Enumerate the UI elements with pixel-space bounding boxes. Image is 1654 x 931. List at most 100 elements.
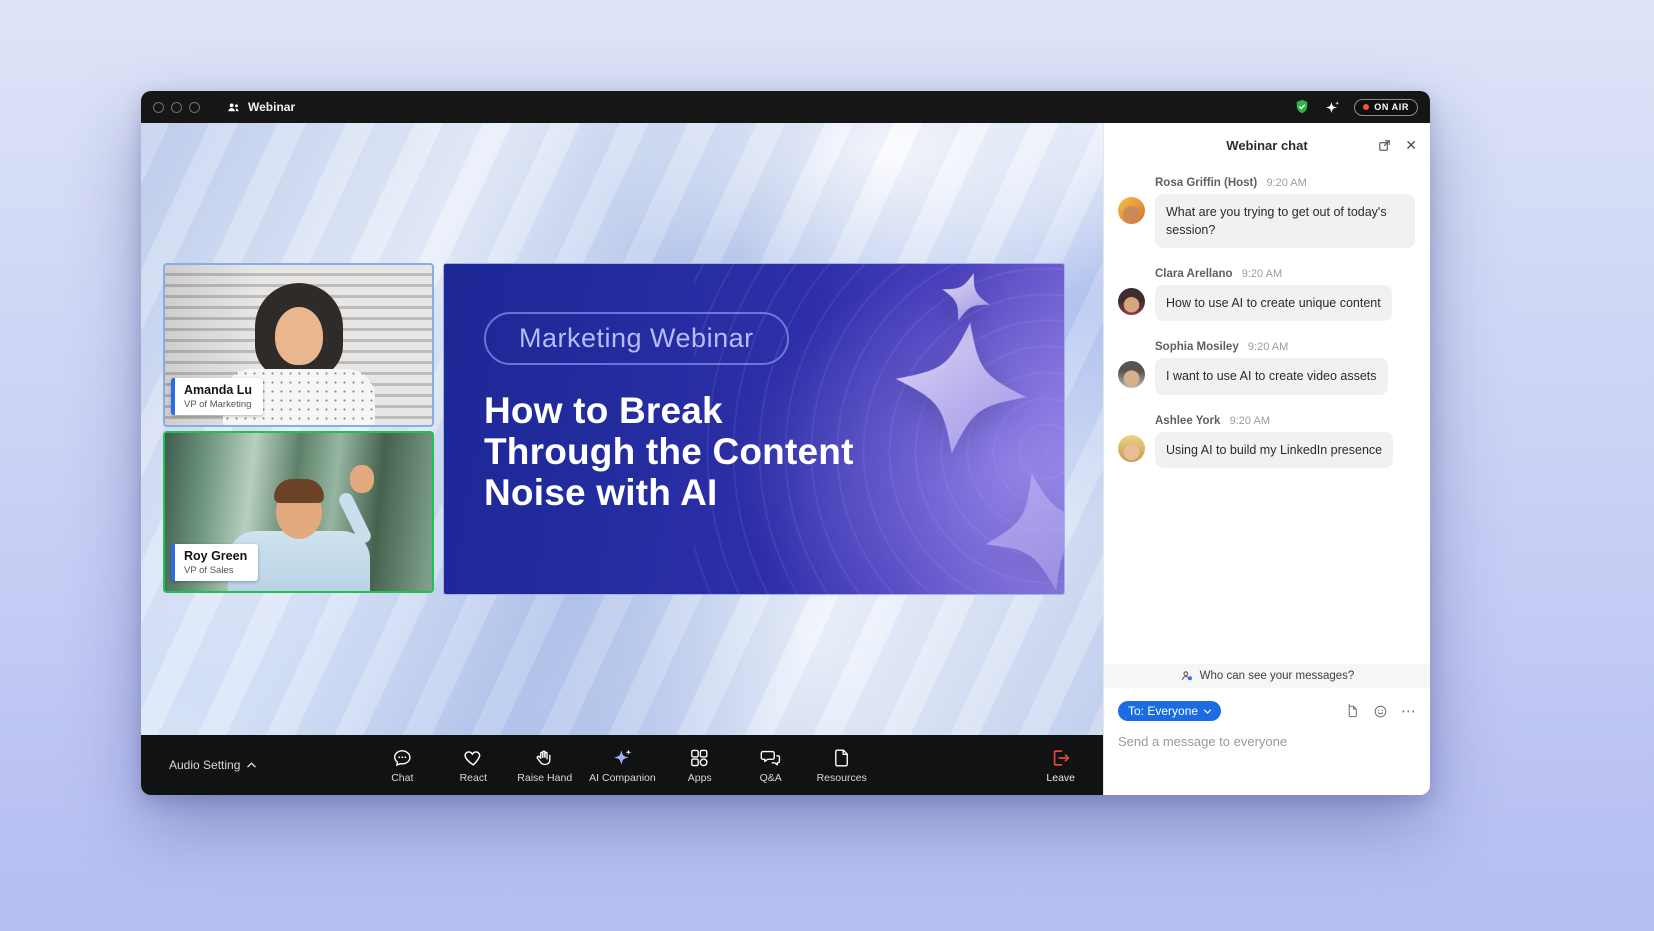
toolbar-qa-button[interactable]: Q&A — [744, 747, 798, 784]
toolbar-ai-companion-button[interactable]: AI Companion — [589, 747, 656, 784]
chevron-down-icon — [1203, 708, 1212, 715]
toolbar-chat-button[interactable]: Chat — [375, 747, 429, 784]
video-column: Amanda Lu VP of Marketing Roy Green — [163, 263, 434, 593]
message-bubble: I want to use AI to create video assets — [1155, 358, 1388, 394]
toolbar-label: React — [460, 772, 487, 784]
chevron-up-icon — [246, 761, 257, 769]
privacy-note-label: Who can see your messages? — [1200, 670, 1355, 682]
participant-role: VP of Sales — [184, 565, 247, 576]
audience-icon — [1180, 669, 1194, 683]
message-time: 9:20 AM — [1266, 177, 1306, 189]
window-title-group: Webinar — [226, 100, 295, 115]
message-body: Sophia Mosiley 9:20 AM I want to use AI … — [1155, 341, 1388, 394]
chat-message: Ashlee York 9:20 AM Using AI to build my… — [1118, 415, 1416, 468]
pop-out-icon[interactable] — [1377, 138, 1392, 153]
window-body: Amanda Lu VP of Marketing Roy Green — [141, 123, 1430, 795]
participant-name: Roy Green — [184, 549, 247, 564]
avatar — [1118, 361, 1145, 388]
slide-star-shape — [886, 313, 1035, 462]
resources-document-icon — [831, 747, 853, 769]
leave-button[interactable]: Leave — [1046, 747, 1075, 784]
chat-compose-area: To: Everyone — [1104, 688, 1430, 795]
slide-badge: Marketing Webinar — [484, 312, 789, 365]
toolbar-label: AI Companion — [589, 772, 656, 784]
slide-title-line: Noise with AI — [484, 472, 854, 513]
window-controls — [153, 102, 200, 113]
message-input[interactable] — [1118, 734, 1416, 749]
message-body: Ashlee York 9:20 AM Using AI to build my… — [1155, 415, 1393, 468]
message-time: 9:20 AM — [1242, 268, 1282, 280]
window-minimize-button[interactable] — [171, 102, 182, 113]
toolbar-label: Chat — [391, 772, 413, 784]
participant-placeholder — [275, 307, 323, 365]
chat-message: Sophia Mosiley 9:20 AM I want to use AI … — [1118, 341, 1416, 394]
webinar-stage: Amanda Lu VP of Marketing Roy Green — [141, 123, 1103, 735]
message-meta: Clara Arellano 9:20 AM — [1155, 268, 1392, 280]
desktop-background: { "window": { "title": "Webinar", "on_ai… — [0, 0, 1654, 931]
recipient-label: To: Everyone — [1128, 704, 1198, 718]
video-tile-roy[interactable]: Roy Green VP of Sales — [163, 431, 434, 593]
meeting-toolbar: Audio Setting Chat — [141, 735, 1103, 795]
message-bubble: What are you trying to get out of today'… — [1155, 194, 1415, 248]
message-meta: Ashlee York 9:20 AM — [1155, 415, 1393, 427]
message-author: Rosa Griffin (Host) — [1155, 177, 1257, 189]
avatar — [1118, 288, 1145, 315]
on-air-label: ON AIR — [1374, 102, 1409, 112]
titlebar-status-group: ON AIR — [1293, 98, 1418, 116]
name-tag-roy: Roy Green VP of Sales — [171, 544, 258, 581]
window-title: Webinar — [248, 100, 295, 114]
message-author: Ashlee York — [1155, 415, 1220, 427]
toolbar-apps-button[interactable]: Apps — [673, 747, 727, 784]
ai-sparkle-icon — [611, 747, 633, 769]
slide-title-line: How to Break — [484, 390, 854, 431]
toolbar-react-button[interactable]: React — [446, 747, 500, 784]
chat-bubble-icon — [391, 747, 413, 769]
webinar-window: Webinar ON AIR — [141, 91, 1430, 795]
toolbar-label: Apps — [688, 772, 712, 784]
security-shield-icon[interactable] — [1293, 98, 1311, 116]
more-options-icon[interactable]: ⋯ — [1401, 704, 1416, 719]
chat-message-list[interactable]: Rosa Griffin (Host) 9:20 AM What are you… — [1104, 167, 1430, 664]
window-maximize-button[interactable] — [189, 102, 200, 113]
heart-icon — [462, 747, 484, 769]
qa-bubbles-icon — [760, 747, 782, 769]
audio-setting-label: Audio Setting — [169, 758, 240, 772]
slide-title: How to Break Through the Content Noise w… — [484, 390, 854, 513]
message-privacy-link[interactable]: Who can see your messages? — [1104, 664, 1430, 688]
recipient-selector[interactable]: To: Everyone — [1118, 701, 1221, 721]
file-attach-icon[interactable] — [1345, 704, 1360, 719]
toolbar-raise-hand-button[interactable]: Raise Hand — [517, 747, 572, 784]
webinar-people-icon — [226, 100, 241, 115]
slide-title-line: Through the Content — [484, 431, 854, 472]
chat-panel: Webinar chat ✕ Rosa Griffin (Host) 9 — [1103, 123, 1430, 795]
participant-name: Amanda Lu — [184, 383, 252, 398]
video-tile-amanda[interactable]: Amanda Lu VP of Marketing — [163, 263, 434, 427]
participant-placeholder — [274, 479, 324, 503]
message-time: 9:20 AM — [1230, 415, 1270, 427]
chat-message: Clara Arellano 9:20 AM How to use AI to … — [1118, 268, 1416, 321]
emoji-icon[interactable] — [1373, 704, 1388, 719]
message-author: Clara Arellano — [1155, 268, 1233, 280]
toolbar-label: Raise Hand — [517, 772, 572, 784]
participant-placeholder — [350, 465, 374, 493]
chat-panel-title: Webinar chat — [1226, 138, 1307, 153]
toolbar-center-group: Chat React — [375, 747, 868, 784]
on-air-dot-icon — [1363, 104, 1369, 110]
avatar — [1118, 435, 1145, 462]
window-close-button[interactable] — [153, 102, 164, 113]
chat-header-icons: ✕ — [1377, 123, 1417, 167]
message-author: Sophia Mosiley — [1155, 341, 1239, 353]
name-tag-amanda: Amanda Lu VP of Marketing — [171, 378, 263, 415]
message-bubble: Using AI to build my LinkedIn presence — [1155, 432, 1393, 468]
apps-grid-icon — [689, 747, 711, 769]
toolbar-resources-button[interactable]: Resources — [815, 747, 869, 784]
ai-companion-sparkle-icon[interactable] — [1324, 99, 1341, 116]
message-meta: Rosa Griffin (Host) 9:20 AM — [1155, 177, 1415, 189]
main-area: Amanda Lu VP of Marketing Roy Green — [141, 123, 1103, 795]
close-icon[interactable]: ✕ — [1405, 138, 1417, 152]
message-time: 9:20 AM — [1248, 341, 1288, 353]
audio-setting-button[interactable]: Audio Setting — [169, 758, 257, 772]
slide-star-shape — [973, 461, 1065, 595]
avatar — [1118, 197, 1145, 224]
compose-toolbar: To: Everyone — [1118, 701, 1416, 721]
